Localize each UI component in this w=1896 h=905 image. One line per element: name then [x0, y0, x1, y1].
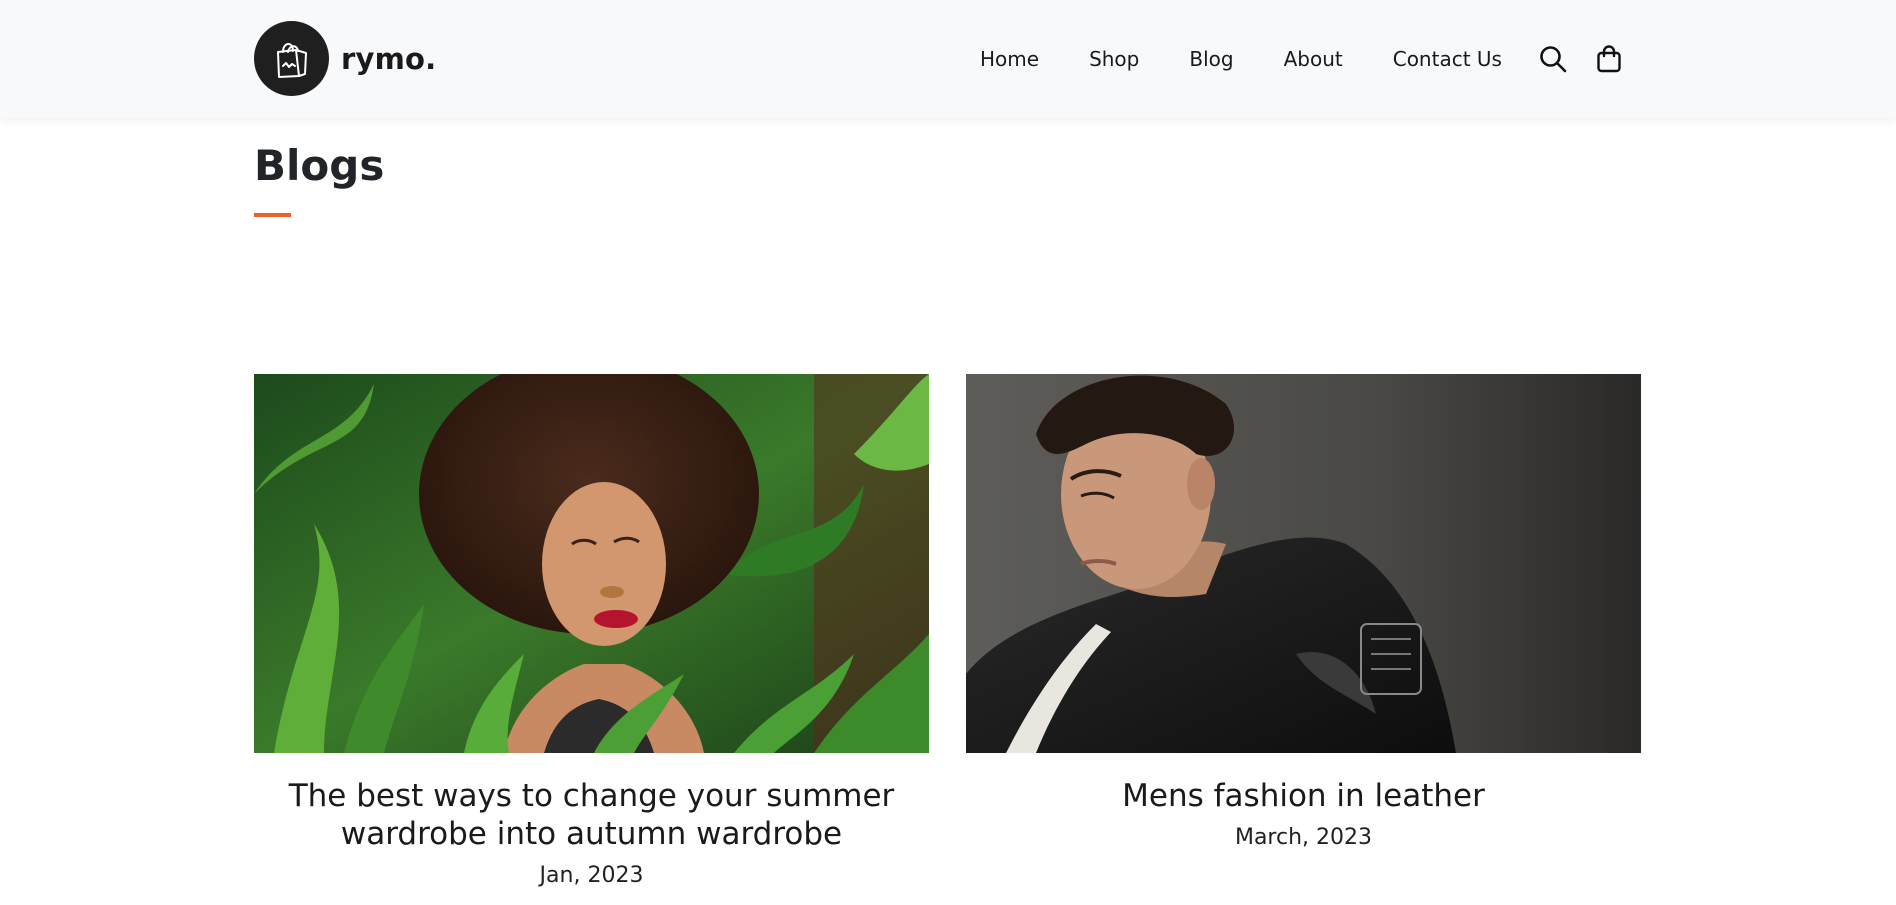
nav-item-contact-us[interactable]: Contact Us	[1393, 47, 1502, 71]
man-in-leather-jacket-photo[interactable]	[966, 374, 1641, 753]
blog-card: Mens fashion in leather March, 2023	[966, 374, 1641, 850]
cart-bag-icon[interactable]	[1596, 45, 1622, 73]
page-title: Blogs	[254, 141, 385, 190]
blog-post-title[interactable]: Mens fashion in leather	[966, 777, 1641, 815]
title-underline-accent	[254, 213, 291, 217]
nav-item-shop[interactable]: Shop	[1089, 47, 1139, 71]
blog-card: The best ways to change your summer ward…	[254, 374, 929, 888]
search-icon[interactable]	[1538, 44, 1568, 74]
main-nav: Home Shop Blog About Contact Us	[980, 0, 1622, 118]
nav-item-blog[interactable]: Blog	[1189, 47, 1233, 71]
nav-item-home[interactable]: Home	[980, 47, 1039, 71]
blog-post-date: March, 2023	[1234, 825, 1373, 850]
woman-in-green-leaves-photo[interactable]	[254, 374, 929, 753]
brand-logo-link[interactable]: rymo.	[254, 21, 436, 96]
nav-item-about[interactable]: About	[1284, 47, 1343, 71]
blog-post-date: Jan, 2023	[539, 863, 644, 888]
brand-name: rymo.	[341, 41, 437, 76]
navbar: rymo. Home Shop Blog About Contact Us	[0, 0, 1896, 118]
blog-post-title[interactable]: The best ways to change your summer ward…	[254, 777, 929, 853]
shopping-bag-icon	[254, 21, 329, 96]
